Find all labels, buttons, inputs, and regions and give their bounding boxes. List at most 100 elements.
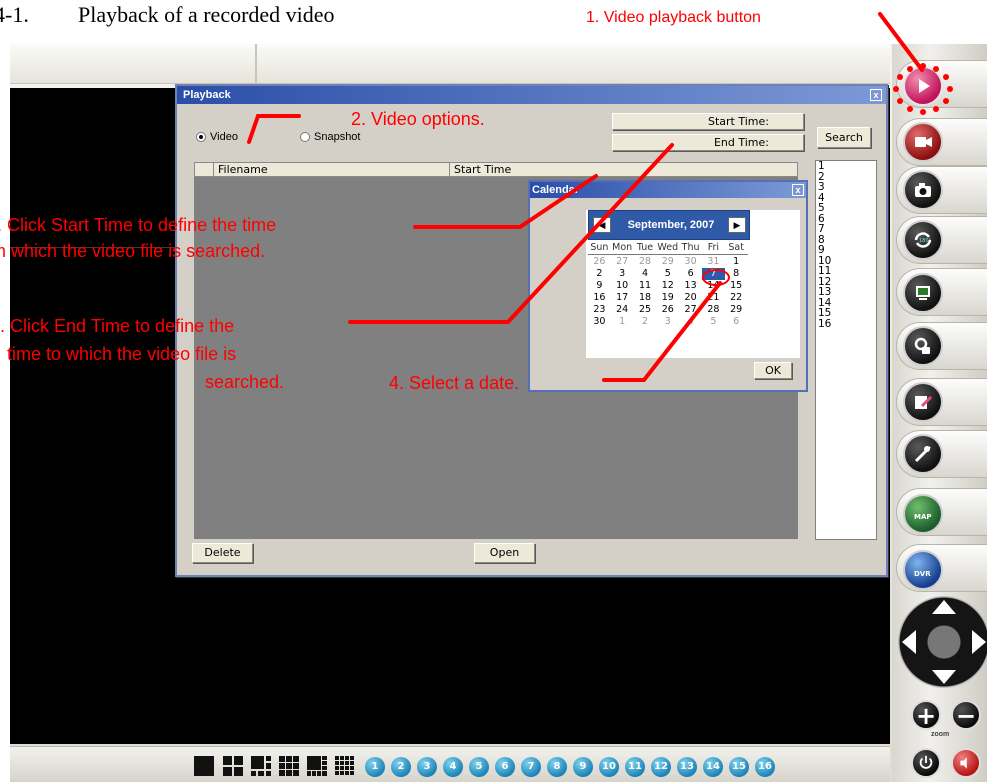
calendar-day[interactable]: 1 bbox=[611, 316, 634, 328]
lock-icon[interactable] bbox=[903, 326, 943, 366]
calendar-day[interactable]: 4 bbox=[679, 316, 702, 328]
camera-icon[interactable] bbox=[903, 170, 943, 210]
calendar-day[interactable]: 6 bbox=[725, 316, 748, 328]
calendar-day[interactable]: 3 bbox=[611, 268, 634, 280]
mute-button[interactable] bbox=[951, 748, 981, 778]
calendar-ok-button[interactable]: OK bbox=[754, 362, 792, 379]
channel-3-button[interactable]: 3 bbox=[417, 757, 437, 777]
pan-up-arrow[interactable] bbox=[932, 600, 956, 614]
channel-13-button[interactable]: 13 bbox=[677, 757, 697, 777]
monitor-icon[interactable] bbox=[903, 273, 943, 313]
calendar-day[interactable]: 13 bbox=[679, 280, 702, 292]
calendar-day[interactable]: 26 bbox=[588, 256, 611, 268]
calendar-day[interactable]: 16 bbox=[588, 292, 611, 304]
channel-list-item[interactable]: 13 bbox=[818, 287, 876, 298]
calendar-day[interactable]: 2 bbox=[588, 268, 611, 280]
end-time-button[interactable]: End Time: bbox=[612, 134, 804, 151]
calendar-day[interactable]: 25 bbox=[634, 304, 657, 316]
channel-list-item[interactable]: 5 bbox=[818, 203, 876, 214]
calendar-day[interactable]: 11 bbox=[634, 280, 657, 292]
calendar-day[interactable]: 9 bbox=[588, 280, 611, 292]
snapshot-option[interactable]: Snapshot bbox=[300, 131, 360, 143]
channel-8-button[interactable]: 8 bbox=[547, 757, 567, 777]
channel-12-button[interactable]: 12 bbox=[651, 757, 671, 777]
calendar-day[interactable]: 15 bbox=[725, 280, 748, 292]
channel-14-button[interactable]: 14 bbox=[703, 757, 723, 777]
layout-1plus5-button[interactable] bbox=[251, 756, 271, 776]
playback-close-button[interactable]: x bbox=[870, 89, 882, 101]
calendar-day[interactable]: 3 bbox=[656, 316, 679, 328]
channel-list-item[interactable]: 4 bbox=[818, 192, 876, 204]
delete-button[interactable]: Delete bbox=[192, 543, 253, 563]
pan-down-arrow[interactable] bbox=[932, 670, 956, 684]
calendar-day[interactable]: 1 bbox=[725, 256, 748, 268]
calendar-day[interactable]: 4 bbox=[634, 268, 657, 280]
calendar-day[interactable]: 30 bbox=[679, 256, 702, 268]
channel-list-item[interactable]: 8 bbox=[818, 234, 876, 246]
snapshot-radio[interactable] bbox=[300, 132, 310, 142]
channel-15-button[interactable]: 15 bbox=[729, 757, 749, 777]
calendar-day[interactable]: 29 bbox=[656, 256, 679, 268]
channel-4-button[interactable]: 4 bbox=[443, 757, 463, 777]
filename-column-header[interactable]: Filename bbox=[213, 163, 449, 176]
zoom-in-button[interactable]: + bbox=[911, 700, 941, 730]
channel-list[interactable]: 1 2 3 4 5 6 7 8 9 10 11 12 13 14 15 16 bbox=[815, 160, 877, 540]
channel-list-item[interactable]: 1 bbox=[818, 161, 876, 172]
calendar-close-button[interactable]: x bbox=[792, 184, 804, 196]
channel-list-item[interactable]: 11 bbox=[818, 266, 876, 277]
video-option[interactable]: Video bbox=[196, 131, 238, 143]
calendar-day[interactable]: 28 bbox=[634, 256, 657, 268]
calendar-day[interactable]: 29 bbox=[725, 304, 748, 316]
calendar-day[interactable]: 20 bbox=[679, 292, 702, 304]
calendar-day[interactable]: 24 bbox=[611, 304, 634, 316]
calendar-day[interactable]: 6 bbox=[679, 268, 702, 280]
channel-list-item[interactable]: 7 bbox=[818, 224, 876, 235]
layout-3x3-button[interactable] bbox=[279, 756, 299, 776]
channel-10-button[interactable]: 10 bbox=[599, 757, 619, 777]
channel-list-item[interactable]: 16 bbox=[818, 318, 876, 330]
calendar-day[interactable]: 23 bbox=[588, 304, 611, 316]
map-icon[interactable]: MAP bbox=[903, 494, 943, 534]
calendar-day[interactable]: 17 bbox=[611, 292, 634, 304]
dvr-icon[interactable]: DVR bbox=[903, 550, 943, 590]
channel-list-item[interactable]: 15 bbox=[818, 308, 876, 319]
open-button[interactable]: Open bbox=[474, 543, 535, 563]
pan-right-arrow[interactable] bbox=[972, 630, 986, 654]
channel-16-button[interactable]: 16 bbox=[755, 757, 775, 777]
channel-11-button[interactable]: 11 bbox=[625, 757, 645, 777]
channel-list-item[interactable]: 3 bbox=[818, 182, 876, 193]
layout-2x2-button[interactable] bbox=[223, 756, 243, 776]
pan-left-arrow[interactable] bbox=[902, 630, 916, 654]
channel-list-item[interactable]: 2 bbox=[818, 171, 876, 183]
record-icon[interactable] bbox=[903, 122, 943, 162]
start-time-button[interactable]: Start Time: bbox=[612, 113, 804, 130]
calendar-day[interactable]: 30 bbox=[588, 316, 611, 328]
calendar-day[interactable]: 22 bbox=[725, 292, 748, 304]
edit-icon[interactable] bbox=[903, 382, 943, 422]
rotate-180-icon[interactable]: 180° bbox=[903, 220, 943, 260]
power-button[interactable] bbox=[911, 748, 941, 778]
next-month-button[interactable]: ▶ bbox=[728, 217, 746, 233]
channel-7-button[interactable]: 7 bbox=[521, 757, 541, 777]
layout-4x4-button[interactable] bbox=[335, 756, 355, 776]
calendar-day[interactable]: 31 bbox=[702, 256, 725, 268]
channel-6-button[interactable]: 6 bbox=[495, 757, 515, 777]
calendar-day[interactable]: 5 bbox=[656, 268, 679, 280]
calendar-day[interactable]: 10 bbox=[611, 280, 634, 292]
calendar-day[interactable]: 26 bbox=[656, 304, 679, 316]
calendar-day[interactable]: 5 bbox=[702, 316, 725, 328]
layout-1x1-button[interactable] bbox=[194, 756, 214, 776]
channel-9-button[interactable]: 9 bbox=[573, 757, 593, 777]
calendar-day[interactable]: 12 bbox=[656, 280, 679, 292]
prev-month-button[interactable]: ◀ bbox=[593, 217, 611, 233]
start-time-column-header[interactable]: Start Time bbox=[449, 163, 797, 176]
calendar-day[interactable]: 18 bbox=[634, 292, 657, 304]
channel-5-button[interactable]: 5 bbox=[469, 757, 489, 777]
channel-list-item[interactable]: 9 bbox=[818, 245, 876, 256]
calendar-day[interactable]: 27 bbox=[679, 304, 702, 316]
ptz-direction-pad[interactable] bbox=[898, 596, 987, 688]
calendar-day[interactable]: 28 bbox=[702, 304, 725, 316]
calendar-day[interactable]: 19 bbox=[656, 292, 679, 304]
channel-2-button[interactable]: 2 bbox=[391, 757, 411, 777]
calendar-day-grid[interactable]: Sun Mon Tue Wed Thu Fri Sat 26 27 28 29 … bbox=[588, 242, 748, 328]
